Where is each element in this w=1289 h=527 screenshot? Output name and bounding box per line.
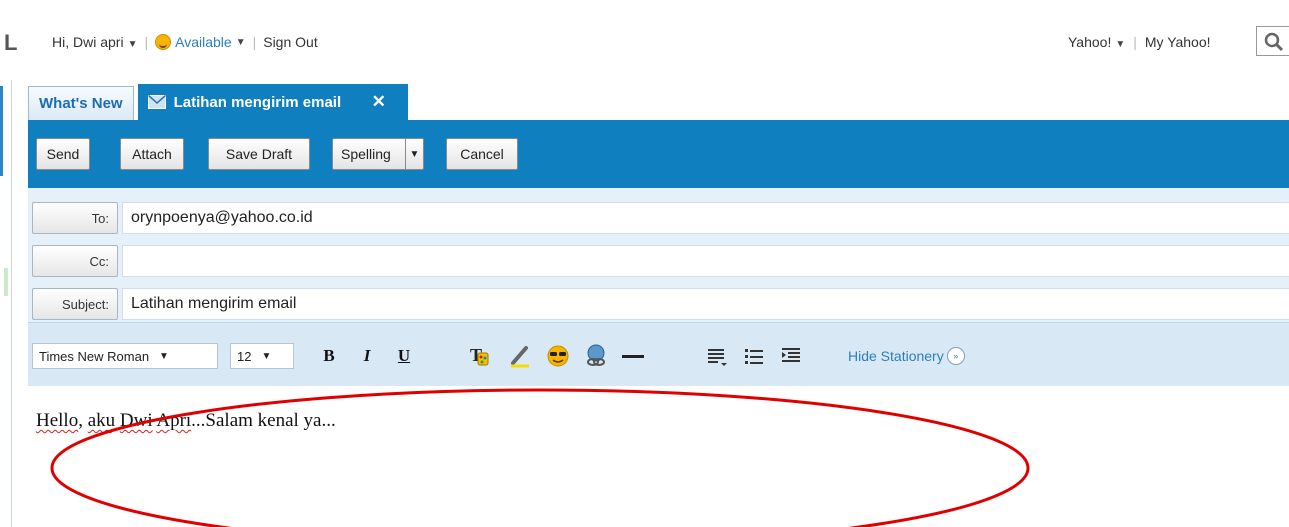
cc-field[interactable] — [122, 245, 1289, 277]
font-family-value: Times New Roman — [39, 348, 150, 364]
status-text: Available — [175, 34, 232, 50]
hide-stationery-label: Hide Stationery — [848, 348, 944, 364]
tab-bar: What's New Latihan mengirim email ✕ — [28, 84, 408, 120]
smiley-status-icon — [155, 34, 172, 50]
spelling-label: Spelling — [341, 146, 391, 162]
align-icon[interactable] — [704, 343, 730, 369]
underline-button[interactable]: U — [391, 343, 417, 369]
tab-whats-new[interactable]: What's New — [28, 86, 134, 120]
tab-title: Latihan mengirim email — [173, 93, 342, 111]
to-field[interactable]: orynpoenya@yahoo.co.id — [122, 202, 1289, 234]
italic-button[interactable]: I — [354, 343, 380, 369]
cc-row: Cc: — [28, 243, 1289, 279]
yahoo-logo-fragment: L — [4, 30, 18, 55]
top-navigation-bar: L Hi, Dwi apri ▼ | Available ▼ | Sign Out … — [0, 0, 1289, 80]
envelope-icon — [147, 95, 166, 109]
my-yahoo-link[interactable]: My Yahoo! — [1145, 34, 1211, 50]
search-icon — [1264, 32, 1284, 52]
nav-separator: | — [144, 34, 149, 50]
misspelled-word: Apri — [156, 410, 192, 431]
nav-separator: | — [1133, 34, 1137, 50]
subject-field[interactable]: Latihan mengirim email — [122, 288, 1289, 320]
user-nav: Hi, Dwi apri ▼ | Available ▼ | Sign Out — [52, 34, 318, 50]
font-size-value: 12 — [237, 348, 252, 364]
font-family-select[interactable]: Times New Roman ▼ — [32, 343, 218, 369]
chevron-down-icon: ▼ — [261, 350, 272, 362]
to-row: To: orynpoenya@yahoo.co.id — [28, 200, 1289, 236]
font-size-select[interactable]: 12 ▼ — [230, 343, 294, 369]
body-text-fragment: , — [78, 410, 88, 431]
hide-stationery-link[interactable]: Hide Stationery » — [848, 347, 965, 365]
cancel-button[interactable]: Cancel — [446, 138, 518, 170]
message-body-editor[interactable]: Hello, aku Dwi Apri...Salam kenal ya... — [28, 386, 1289, 527]
attach-button[interactable]: Attach — [120, 138, 184, 170]
spelling-button[interactable]: Spelling ▼ — [332, 138, 424, 170]
subject-label: Subject: — [32, 288, 118, 320]
chevron-down-icon: ▼ — [235, 36, 246, 48]
save-draft-button[interactable]: Save Draft — [208, 138, 310, 170]
nav-separator: | — [252, 34, 257, 50]
misspelled-word: Dwi — [119, 410, 153, 431]
double-chevron-right-icon: » — [946, 347, 965, 365]
user-menu[interactable]: Hi, Dwi apri ▼ — [52, 34, 137, 50]
chevron-down-icon: ▼ — [1115, 39, 1126, 50]
status-menu[interactable]: Available ▼ — [155, 34, 246, 50]
yahoo-menu[interactable]: Yahoo! ▼ — [1068, 34, 1125, 50]
bullet-list-icon[interactable] — [741, 343, 767, 369]
close-icon[interactable]: ✕ — [372, 92, 386, 112]
highlight-icon[interactable] — [507, 343, 533, 369]
chevron-down-icon: ▼ — [127, 39, 138, 50]
subject-row: Subject: Latihan mengirim email — [28, 286, 1289, 322]
bold-button[interactable]: B — [316, 343, 342, 369]
yahoo-menu-label: Yahoo! — [1068, 34, 1112, 50]
emoticon-icon[interactable] — [545, 343, 571, 369]
greeting-text: Hi, Dwi apri — [52, 34, 124, 50]
horizontal-line-icon[interactable] — [620, 343, 646, 369]
text-color-icon[interactable]: T — [466, 343, 492, 369]
misspelled-word: aku — [87, 410, 116, 431]
body-text-fragment: ...Salam kenal ya... — [191, 410, 336, 431]
compose-toolbar: Send Attach Save Draft Spelling ▼ Cancel — [28, 120, 1289, 188]
message-body-text[interactable]: Hello, aku Dwi Apri...Salam kenal ya... — [36, 410, 336, 432]
left-panel-accent — [0, 86, 3, 176]
tab-compose[interactable]: Latihan mengirim email ✕ — [137, 84, 408, 120]
chevron-down-icon: ▼ — [159, 350, 169, 362]
format-toolbar: Times New Roman ▼ 12 ▼ B I U T Hide Stat… — [28, 322, 1289, 386]
left-panel-highlight — [4, 268, 8, 296]
send-button[interactable]: Send — [36, 138, 90, 170]
indent-icon[interactable] — [778, 343, 804, 369]
search-button[interactable] — [1256, 26, 1289, 56]
cc-button[interactable]: Cc: — [32, 245, 118, 277]
insert-link-icon[interactable] — [583, 343, 609, 369]
sign-out-link[interactable]: Sign Out — [263, 34, 317, 50]
misspelled-word: Hello — [36, 410, 79, 431]
right-nav: Yahoo! ▼ | My Yahoo! — [1068, 34, 1211, 50]
chevron-down-icon[interactable]: ▼ — [405, 139, 423, 169]
to-button[interactable]: To: — [32, 202, 118, 234]
compose-header-fields: To: orynpoenya@yahoo.co.id Cc: Subject: … — [28, 188, 1289, 322]
